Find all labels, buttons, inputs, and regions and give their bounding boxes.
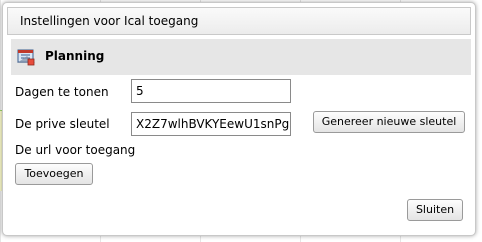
access-url-label: De url voor toegang <box>15 143 136 157</box>
dialog-titlebar[interactable]: Instellingen voor Ical toegang <box>7 7 471 35</box>
days-input[interactable]: 5 <box>131 79 291 103</box>
close-button[interactable]: Sluiten <box>407 199 463 221</box>
section-title: Planning <box>45 49 105 63</box>
private-key-label: De prive sleutel <box>15 117 110 131</box>
days-label: Dagen te tonen <box>15 85 109 99</box>
ical-settings-dialog: Instellingen voor Ical toegang Planning … <box>2 2 476 236</box>
section-header: Planning <box>11 39 471 75</box>
private-key-input[interactable]: X2Z7wlhBVKYEewU1snPg <box>131 112 291 136</box>
dialog-title: Instellingen voor Ical toegang <box>20 14 199 28</box>
add-button[interactable]: Toevoegen <box>15 163 93 185</box>
calendar-icon <box>15 46 37 68</box>
generate-key-button[interactable]: Genereer nieuwe sleutel <box>313 111 465 133</box>
